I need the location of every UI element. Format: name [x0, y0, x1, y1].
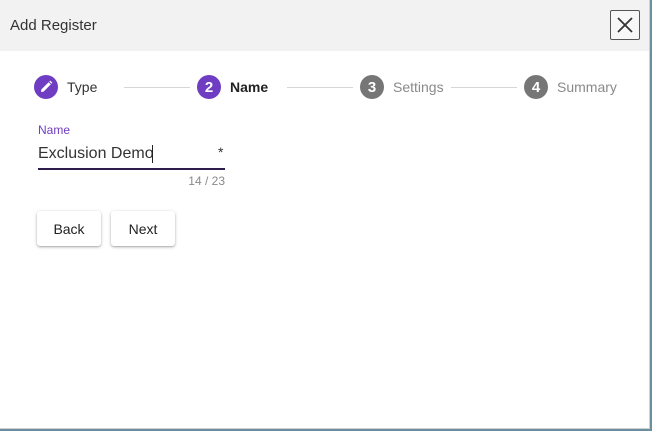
step-name-number: 2 — [197, 75, 221, 99]
next-button[interactable]: Next — [111, 211, 175, 246]
step-name-label: Name — [230, 79, 269, 95]
close-icon — [617, 17, 633, 33]
pencil-edit-icon — [41, 80, 53, 92]
close-button[interactable] — [610, 10, 640, 40]
dialog-title: Add Register — [10, 17, 97, 34]
name-field-label: Name — [38, 123, 71, 137]
required-marker: * — [218, 144, 224, 160]
step-connector — [124, 87, 190, 88]
text-caret — [152, 145, 153, 163]
step-summary-number: 4 — [524, 75, 548, 99]
step-type[interactable]: Type — [34, 75, 97, 99]
character-counter: 14 / 23 — [188, 174, 225, 188]
step-settings[interactable]: 3 Settings — [360, 75, 444, 99]
dialog-header: Add Register — [0, 0, 649, 51]
step-settings-number: 3 — [360, 75, 384, 99]
name-input[interactable] — [38, 143, 210, 165]
back-button[interactable]: Back — [37, 211, 101, 246]
add-register-dialog: Add Register Type 2 Name 3 Settings 4 Su… — [0, 0, 650, 429]
step-summary-label: Summary — [557, 79, 617, 95]
step-type-circle — [34, 75, 58, 99]
name-field: Name * 14 / 23 — [38, 122, 225, 188]
step-connector — [451, 87, 517, 88]
step-settings-label: Settings — [393, 79, 444, 95]
name-field-underline — [38, 168, 225, 170]
step-connector — [287, 87, 353, 88]
step-summary[interactable]: 4 Summary — [524, 75, 617, 99]
step-name[interactable]: 2 Name — [197, 75, 268, 99]
step-type-label: Type — [67, 79, 98, 95]
